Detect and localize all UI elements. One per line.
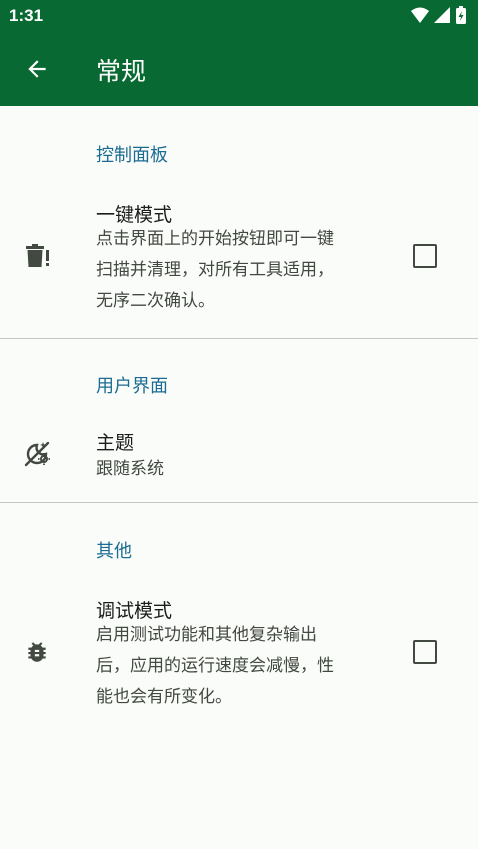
- status-icons: [410, 6, 472, 26]
- section-header-control-panel: 控制面板: [96, 145, 168, 166]
- one-click-mode-checkbox[interactable]: [413, 244, 437, 268]
- pref-title: 主题: [96, 432, 135, 454]
- status-icons-svg: [411, 6, 466, 24]
- pref-summary: 点击界面上的开始按钮即可一键 扫描并清理，对所有工具适用， 无序二次确认。: [96, 224, 366, 317]
- pref-summary: 跟随系统: [96, 459, 164, 479]
- pref-summary-line: 启用测试功能和其他复杂输出: [96, 625, 317, 645]
- section-header-other: 其他: [96, 541, 132, 562]
- status-bar: 1:31: [0, 0, 478, 33]
- pref-debug-mode[interactable]: 调试模式 启用测试功能和其他复杂输出 后，应用的运行速度会减慢，性 能也会有所变…: [0, 584, 478, 724]
- pref-summary-line: 扫描并清理，对所有工具适用，: [96, 260, 334, 280]
- pref-summary: 启用测试功能和其他复杂输出 后，应用的运行速度会减慢，性 能也会有所变化。: [96, 620, 366, 713]
- page-title: 常规: [96, 57, 147, 86]
- trash-alert-icon: [22, 241, 52, 271]
- pref-one-click-mode[interactable]: 一键模式 点击界面上的开始按钮即可一键 扫描并清理，对所有工具适用， 无序二次确…: [0, 188, 478, 328]
- wifi-icon: [411, 7, 429, 23]
- pref-summary-line: 后，应用的运行速度会减慢，性: [96, 656, 334, 676]
- status-time: 1:31: [9, 6, 44, 25]
- pref-title: 调试模式: [96, 600, 173, 622]
- back-button[interactable]: [14, 46, 60, 92]
- section-divider: [0, 502, 478, 503]
- pref-summary-line: 点击界面上的开始按钮即可一键: [96, 229, 334, 249]
- debug-mode-checkbox[interactable]: [413, 640, 437, 664]
- pref-summary-line: 能也会有所变化。: [96, 687, 232, 707]
- bug-icon: [22, 637, 52, 667]
- section-divider: [0, 338, 478, 339]
- battery-charging-icon: [456, 6, 466, 24]
- theme-auto-icon: [22, 439, 52, 469]
- pref-theme[interactable]: 主题 跟随系统: [0, 418, 478, 492]
- arrow-back-icon: [28, 60, 46, 78]
- pref-title: 一键模式: [96, 204, 173, 226]
- app-bar: 常规: [0, 33, 478, 106]
- pref-summary-line: 无序二次确认。: [96, 291, 215, 311]
- signal-icon: [434, 7, 450, 23]
- section-header-user-interface: 用户界面: [96, 376, 168, 397]
